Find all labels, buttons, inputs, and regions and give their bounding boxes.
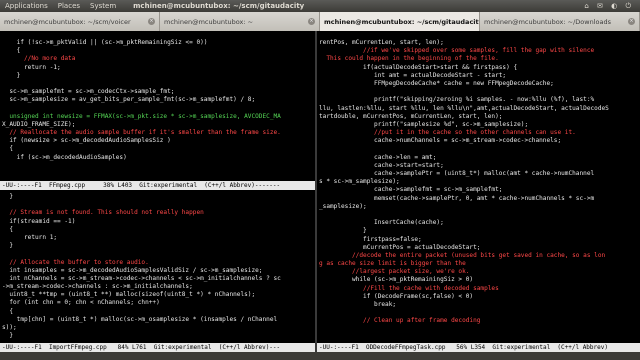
code-line: { — [2, 145, 14, 153]
code-line: //if we've skipped over some samples, fi… — [319, 47, 595, 55]
code-line: return 1; — [2, 233, 58, 241]
code-line: X_AUDIO_FRAME_SIZE); — [2, 120, 76, 128]
code-line: printf("skipping/zeroing %i samples. - n… — [319, 96, 595, 104]
code-line: //Fill the cache with decoded samples — [319, 284, 499, 292]
code-line: int insamples = sc->m_decodedAudioSample… — [2, 266, 263, 274]
code-line: for (int chn = 0; chn < nChannels; chn++… — [2, 299, 160, 307]
code-line: memset(cache->samplePtr, 0, amt * cache-… — [319, 194, 595, 202]
code-line: if(streamid == -1) — [2, 217, 76, 225]
code-line: cache->samplefmt = sc->m_samplefmt; — [319, 186, 503, 194]
code-line: _samplesize); — [319, 202, 367, 210]
code-line: { — [2, 225, 14, 233]
bottom-panel — [0, 352, 640, 360]
code-line: cache->start=start; — [319, 161, 444, 169]
code-line: tmp[chn] = (uint8_t *) malloc(sc->m_osam… — [2, 315, 278, 323]
tab-label: mchinen@mcubuntubox: ~/Downloads — [484, 17, 611, 26]
code-line: if (DecodeFrame(sc,false) < 0) — [319, 292, 474, 300]
code-line: unsigned int newsize = FFMAX(sc->m_pkt.s… — [2, 112, 281, 120]
code-line: printf("samplesize %d", sc->m_samplesize… — [319, 120, 529, 128]
tab-downloads[interactable]: mchinen@mcubuntubox: ~/Downloads × — [480, 12, 640, 31]
code-line: cache->len = amt; — [319, 153, 437, 161]
code-line: uint8_t **tmp = (uint8_t **) malloc(size… — [2, 291, 256, 299]
window-title: mchinen@mcubuntubox: ~/scm/gitaudacity — [133, 2, 305, 10]
mode-line-ffmpeg: -UU-:----F1 FFmpeg.cpp 38% L403 Git:expe… — [0, 181, 315, 190]
code-line: llu, lastlen:%llu, start %llu, len %llu\… — [319, 104, 609, 112]
code-line: sc->m_samplesize = av_get_bits_per_sampl… — [2, 96, 256, 104]
code-line: // Allocate the buffer to store audio. — [2, 258, 149, 266]
code-line: // Reallocate the audio sample buffer if… — [2, 129, 281, 137]
code-line: break; — [319, 301, 397, 308]
left-editor-column[interactable]: if (!sc->m_pktValid || (sc->m_pktRemaini… — [0, 31, 315, 352]
code-line: if (!sc->m_pktValid || (sc->m_pktRemaini… — [2, 39, 208, 46]
close-icon[interactable]: × — [308, 18, 315, 25]
menu-places[interactable]: Places — [53, 2, 85, 10]
tab-label: mchinen@mcubuntubox: ~ — [164, 17, 254, 26]
code-line: while (sc->m_pktRemainingSiz > 0) — [319, 276, 474, 284]
terminal-tabs: mchinen@mcubuntubox: ~/scm/voicer × mchi… — [0, 12, 640, 31]
tab-label: mchinen@mcubuntubox: ~/scm/voicer — [4, 17, 131, 26]
tab-home[interactable]: mchinen@mcubuntubox: ~ × — [160, 12, 320, 31]
code-line: rentPos, mCurrentLen, start, len); — [319, 39, 444, 46]
mode-line-oddecode: -UU-:----F1 ODDecodeFFmpegTask.cpp 56% L… — [317, 343, 640, 352]
code-line: g as cache size limit is bigger than the — [319, 260, 466, 268]
code-line: mCurrentPos = actualDecodeStart; — [319, 243, 481, 251]
menu-system[interactable]: System — [85, 2, 121, 10]
right-editor-column[interactable]: rentPos, mCurrentLen, start, len); //if … — [317, 31, 640, 352]
code-line: // Clean up after frame decoding — [319, 317, 481, 325]
code-line: return -1; — [2, 63, 61, 71]
code-line: firstpass=false; — [319, 235, 422, 243]
code-line: cache->samplePtr = (uint8_t*) malloc(amt… — [319, 170, 595, 177]
mode-line-importffmpeg: -UU-:----F1 ImportFFmpeg.cpp 84% L761 Gi… — [0, 343, 315, 352]
top-panel: Applications Places System mchinen@mcubu… — [0, 0, 640, 12]
menu-applications[interactable]: Applications — [0, 2, 53, 10]
code-line: } — [2, 193, 14, 200]
code-line: if(actualDecodeStart>start && firstpass)… — [319, 63, 518, 71]
code-line: This could happen in the beginning of th… — [319, 55, 499, 63]
code-line: //put it in the cache so the other chann… — [319, 129, 576, 137]
oddecodeffmpegtask-cpp-buffer[interactable]: rentPos, mCurrentLen, start, len); //if … — [319, 39, 638, 326]
code-line: int nChannels = sc->m_stream->codec->cha… — [2, 274, 281, 282]
code-line: } — [2, 242, 14, 250]
code-line: tartdouble, mCurrentPos, mCurrentLen, st… — [319, 112, 503, 120]
code-line: s)); — [2, 324, 17, 331]
code-line: //decode the entire packet (unused bits … — [319, 251, 606, 259]
code-line: FFMpegDecodeCache* cache = new FFMpegDec… — [319, 79, 554, 87]
importffmpeg-cpp-buffer[interactable]: } // Stream is not found. This should no… — [2, 193, 313, 349]
code-line: cache->numChannels = sc->m_stream->codec… — [319, 137, 562, 145]
tab-voicer[interactable]: mchinen@mcubuntubox: ~/scm/voicer × — [0, 12, 160, 31]
code-line: //No more data — [2, 55, 76, 63]
code-line: if (newsize > sc->m_decodedAudioSamplesS… — [2, 137, 171, 145]
code-line: { — [2, 307, 14, 315]
code-line: //largest packet size, we're ok. — [319, 268, 470, 276]
code-line: if (sc->m_decodedAudioSamples) — [2, 153, 127, 161]
close-icon[interactable]: × — [628, 18, 635, 25]
tray-icons[interactable]: ⌂ ✉ ◐ ⏻ — [584, 2, 640, 11]
ffmpeg-cpp-buffer[interactable]: if (!sc->m_pktValid || (sc->m_pktRemaini… — [2, 39, 313, 162]
code-line: InsertCache(cache); — [319, 219, 444, 227]
code-line: // Stream is not found. This should not … — [2, 209, 204, 217]
code-line: sc->m_samplefmt = sc->m_codecCtx->sample… — [2, 88, 175, 96]
code-line: } — [319, 227, 367, 235]
code-line: int amt = actualDecodeStart - start; — [319, 71, 507, 79]
code-line: } — [2, 71, 21, 79]
code-line: s * sc->m_samplesize); — [319, 178, 400, 186]
code-line: } — [2, 332, 14, 340]
tab-gitaudacity[interactable]: mchinen@mcubuntubox: ~/scm/gitaudacity × — [320, 12, 480, 31]
close-icon[interactable]: × — [148, 18, 155, 25]
tab-label: mchinen@mcubuntubox: ~/scm/gitaudacity — [324, 17, 480, 26]
code-line: ->m_stream->codec->channels : sc->m_init… — [2, 283, 193, 291]
code-line: { — [2, 47, 21, 55]
